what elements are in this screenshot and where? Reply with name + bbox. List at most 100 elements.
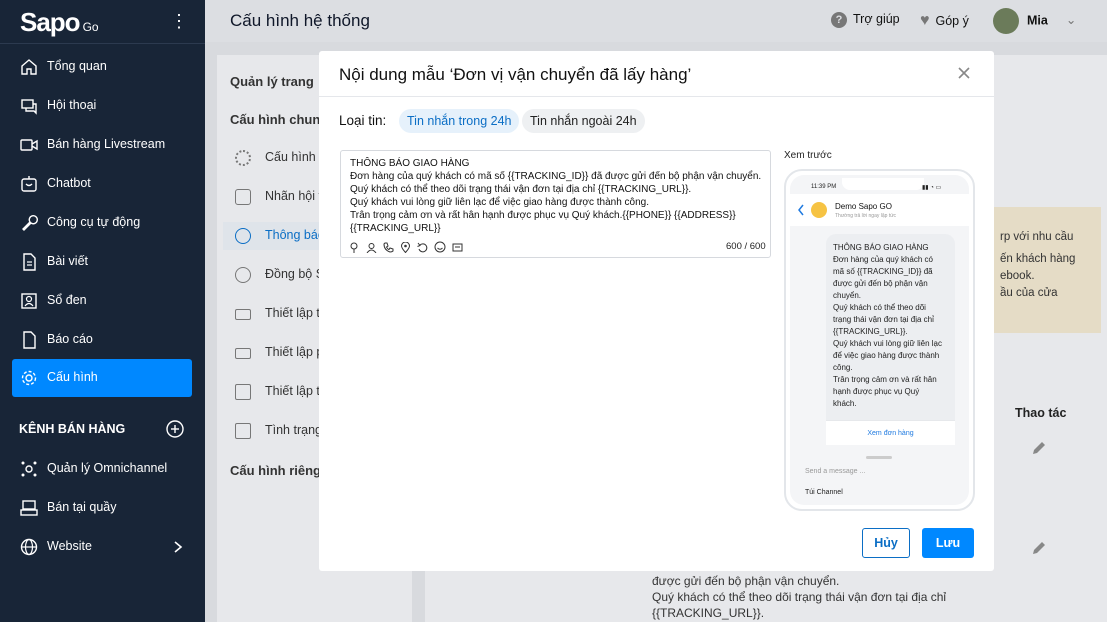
sidebar-item-label: Tổng quan: [47, 59, 107, 73]
phone-preview: 11:39 PM ▮▮ ◔ ▭ Demo Sapo GO Thường trả …: [784, 169, 975, 511]
sidebar-item-pos[interactable]: Bán tại quầy: [12, 489, 192, 527]
message-input: Send a message ...: [790, 463, 969, 483]
video-icon: [20, 139, 38, 151]
edit-icon[interactable]: [1031, 440, 1047, 456]
cart-icon: [235, 384, 251, 400]
payment-icon: [235, 309, 251, 320]
bubble-line: {{TRACKING_URL}}.: [833, 327, 908, 336]
bubble-line: công.: [833, 363, 853, 372]
logo-row: Sapo Go ⋮: [0, 0, 205, 44]
message-bubble: THÔNG BÁO GIAO HÀNG Đơn hàng của quý khá…: [826, 234, 955, 420]
chat-subtitle: Thường trả lời ngay lập tức: [835, 213, 897, 219]
chat-icon: [21, 99, 37, 115]
sidebar-item-settings[interactable]: Cấu hình: [12, 359, 192, 397]
tag-icon: [235, 189, 251, 205]
tab-outside-24h[interactable]: Tin nhắn ngoài 24h: [522, 109, 645, 133]
save-button[interactable]: Lưu: [922, 528, 974, 558]
layout-icon: [235, 423, 251, 439]
notice-line: rp với nhu cầu: [1000, 231, 1074, 243]
more-menu-icon[interactable]: ⋮: [170, 12, 188, 32]
message-line: Đơn hàng của quý khách có mã số {{TRACKI…: [350, 171, 762, 182]
report-icon: [23, 331, 36, 349]
message-text[interactable]: THÔNG BÁO GIAO HÀNG Đơn hàng của quý khá…: [350, 157, 765, 235]
text-line: được gửi đến bộ phận vận chuyển.: [652, 574, 840, 588]
sidebar-item-overview[interactable]: Tổng quan: [12, 48, 192, 86]
message-line: {{TRACKING_URL}}: [350, 223, 441, 234]
sidebar-item-label: Chatbot: [47, 176, 91, 190]
chevron-right-icon[interactable]: [173, 541, 183, 553]
preview-label: Xem trước: [784, 150, 832, 161]
phone-icon[interactable]: [383, 242, 394, 253]
bubble-text: THÔNG BÁO GIAO HÀNG Đơn hàng của quý khá…: [833, 242, 951, 410]
bubble-line: Trân trọng cảm ơn và rất hân: [833, 375, 937, 384]
channel-name: Túi Channel: [805, 489, 843, 496]
message-type-label: Loại tin:: [339, 113, 387, 128]
logo[interactable]: Sapo Go: [20, 7, 99, 38]
bubble-line: khách.: [833, 399, 857, 408]
sidebar-item-website[interactable]: Website: [12, 528, 192, 566]
sidebar: Sapo Go ⋮ Tổng quan Hội thoại Bán hàng Li…: [0, 0, 205, 622]
top-bar: Cấu hình hệ thống ? Trợ giúp ♥ Góp ý Mia ⌄: [205, 0, 1107, 42]
omnichannel-icon: [21, 461, 37, 477]
page-title: Cấu hình hệ thống: [230, 11, 370, 30]
sidebar-item-automation[interactable]: Công cụ tự động: [12, 204, 192, 242]
message-line: THÔNG BÁO GIAO HÀNG: [350, 158, 470, 169]
help-label: Trợ giúp: [853, 12, 900, 26]
sidebar-item-label: Hội thoại: [47, 98, 97, 112]
truck-icon: [235, 348, 251, 359]
bubble-line: Quý khách vui lòng giữ liên lạc: [833, 339, 942, 348]
sidebar-item-livestream[interactable]: Bán hàng Livestream: [12, 126, 192, 164]
sidebar-item-posts[interactable]: Bài viết: [12, 243, 192, 281]
edit-icon[interactable]: [1031, 540, 1047, 556]
character-counter: 600 / 600: [726, 241, 766, 252]
user-icon[interactable]: [366, 242, 377, 254]
avatar: [993, 8, 1019, 34]
bot-icon: [21, 176, 37, 192]
bubble-line: hạnh được phục vụ Quý: [833, 387, 920, 396]
message-line: Quý khách vui lòng giữ liên lạc để việc …: [350, 197, 650, 208]
sidebar-item-label: Bài viết: [47, 254, 88, 268]
bubble-line: trạng thái vận đơn tại địa chỉ: [833, 315, 934, 324]
phone-notch: [842, 178, 924, 190]
view-order-button: Xem đơn hàng: [826, 420, 955, 445]
text-line: {{TRACKING_URL}}.: [652, 606, 765, 620]
logo-text: Sapo: [20, 7, 81, 37]
user-menu[interactable]: Mia ⌄: [993, 8, 1076, 34]
chat-header: Demo Sapo GO Thường trả lời ngay lập tức: [790, 194, 969, 226]
sidebar-item-omnichannel[interactable]: Quản lý Omnichannel: [12, 450, 192, 488]
sidebar-item-label: Bán hàng Livestream: [47, 137, 166, 151]
help-link[interactable]: ? Trợ giúp: [831, 12, 900, 28]
blacklist-icon: [21, 293, 37, 309]
cancel-button[interactable]: Hủy: [862, 528, 910, 558]
sidebar-item-blacklist[interactable]: Sổ đen: [12, 282, 192, 320]
emoji-icon[interactable]: [434, 241, 446, 253]
feedback-link[interactable]: ♥ Góp ý: [920, 12, 969, 30]
help-icon: ?: [831, 12, 847, 28]
globe-icon: [20, 538, 38, 556]
gender-icon[interactable]: [349, 242, 360, 253]
message-line: Quý khách có thể theo dõi trạng thái vận…: [350, 184, 692, 195]
editor-toolbar: [349, 241, 463, 254]
undo-icon[interactable]: [417, 242, 428, 253]
add-channel-icon[interactable]: [166, 420, 184, 438]
sidebar-item-conversations[interactable]: Hội thoại: [12, 87, 192, 125]
sidebar-item-chatbot[interactable]: Chatbot: [12, 165, 192, 203]
divider: [319, 96, 994, 97]
message-editor[interactable]: THÔNG BÁO GIAO HÀNG Đơn hàng của quý khá…: [340, 150, 771, 258]
sidebar-item-label: Báo cáo: [47, 332, 93, 346]
pos-icon: [20, 500, 38, 516]
home-icon: [21, 59, 37, 75]
feedback-label: Góp ý: [935, 14, 969, 28]
location-icon[interactable]: [400, 241, 411, 254]
logo-suffix: Go: [82, 20, 99, 34]
notification-icon: [235, 228, 251, 244]
sidebar-item-reports[interactable]: Báo cáo: [12, 321, 192, 359]
template-icon[interactable]: [452, 242, 463, 253]
notice-box: rp với nhu cầu ến khách hàng ebook. ầu c…: [990, 207, 1101, 333]
close-icon[interactable]: [956, 65, 972, 81]
tab-within-24h[interactable]: Tin nhắn trong 24h: [399, 109, 520, 133]
modal-title: Nội dung mẫu ‘Đơn vị vận chuyển đã lấy h…: [339, 65, 692, 84]
input-placeholder: Send a message ...: [805, 468, 866, 475]
wrench-icon: [22, 215, 38, 231]
notice-line: ebook.: [1000, 270, 1035, 282]
